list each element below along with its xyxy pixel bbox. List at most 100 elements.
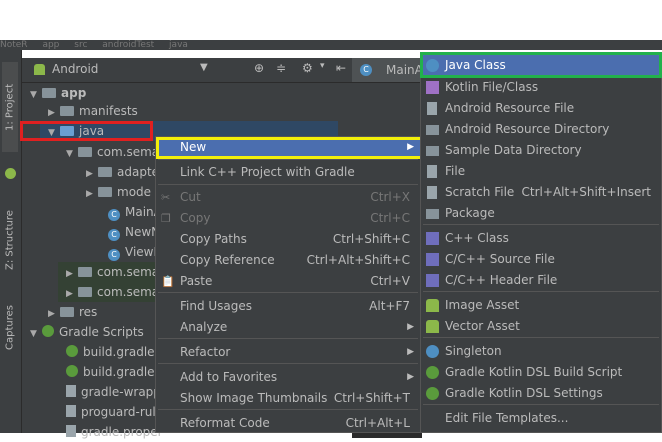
submenu-arrow-icon: ▶ <box>407 347 414 357</box>
submenu-arrow-icon: ▶ <box>407 372 414 382</box>
tab-structure[interactable]: Z: Structure <box>2 200 18 280</box>
menu-item-cut[interactable]: ✂ Cut Ctrl+X <box>156 187 420 208</box>
submenu-item-file[interactable]: File <box>421 161 661 182</box>
menu-item-label: Android Resource File <box>445 101 575 115</box>
tree-item-label: com.sema <box>97 285 160 299</box>
breadcrumb-item[interactable]: java <box>169 40 188 50</box>
menu-item-label: Link C++ Project with Gradle <box>180 165 355 179</box>
tab-captures[interactable]: Captures <box>2 298 18 358</box>
submenu-item-vector-asset[interactable]: Vector Asset <box>421 316 661 337</box>
submenu-item-c-class[interactable]: C++ Class <box>421 228 661 249</box>
breadcrumb-item[interactable]: app <box>42 40 59 50</box>
editor-tab[interactable]: C MainA <box>352 58 423 82</box>
cpp-icon <box>426 232 439 245</box>
class-icon: C <box>108 229 120 241</box>
menu-item-reformat-code[interactable]: Reformat Code Ctrl+Alt+L <box>156 413 420 434</box>
menu-separator <box>158 409 418 410</box>
menu-item-label: Gradle Kotlin DSL Settings <box>445 386 603 400</box>
red-highlight-box <box>20 121 153 141</box>
submenu-arrow-icon: ▶ <box>407 322 414 332</box>
shortcut-label: Ctrl+Alt+Shift+C <box>306 253 410 267</box>
new-submenu: Java Class Kotlin File/Class Android Resou… <box>420 52 662 433</box>
menu-item-label: Gradle Kotlin DSL Build Script <box>445 365 623 379</box>
chevron-down-icon[interactable]: ▼ <box>200 62 208 73</box>
submenu-item-c-c-header-file[interactable]: C/C++ Header File <box>421 270 661 291</box>
menu-item-copy-reference[interactable]: Copy Reference Ctrl+Alt+Shift+C <box>156 250 420 271</box>
shortcut-label: Ctrl+Shift+C <box>332 232 410 246</box>
submenu-item-kotlin-file-class[interactable]: Kotlin File/Class <box>421 77 661 98</box>
expand-down-icon[interactable]: ▼ <box>66 144 78 164</box>
breadcrumb-item[interactable]: NoteR <box>0 40 28 50</box>
folder-icon <box>60 106 74 116</box>
tree-item-label: mode <box>117 185 152 199</box>
menu-item-link-c-project-with-gradle[interactable]: Link C++ Project with Gradle <box>156 162 420 183</box>
submenu-item-c-c-source-file[interactable]: C/C++ Source File <box>421 249 661 270</box>
tree-folder-item[interactable]: ▼ app <box>22 83 338 103</box>
copy-icon: ❐ <box>161 212 171 225</box>
collapse-icon[interactable]: ≑ <box>276 61 286 75</box>
expand-down-icon[interactable]: ▼ <box>30 324 42 344</box>
breadcrumb-item[interactable]: androidTest <box>102 40 154 50</box>
expand-right-icon[interactable]: ▶ <box>48 304 60 324</box>
tree-item-label: res <box>79 305 98 319</box>
context-menu: New ▶ Link C++ Project with Gradle ✂ Cut Ctrl… <box>155 136 421 433</box>
expand-right-icon[interactable]: ▶ <box>86 164 98 184</box>
shortcut-label: Ctrl+V <box>370 274 410 288</box>
menu-item-find-usages[interactable]: Find Usages Alt+F7 <box>156 296 420 317</box>
paste-icon: 📋 <box>161 275 175 288</box>
expand-right-icon[interactable]: ▶ <box>66 264 78 284</box>
menu-item-label: File <box>445 164 466 178</box>
folder-icon <box>78 287 92 297</box>
menu-item-copy-paths[interactable]: Copy Paths Ctrl+Shift+C <box>156 229 420 250</box>
tree-item-label: gradle.proper <box>81 425 163 439</box>
menu-item-label: Copy <box>180 211 211 225</box>
tab-project[interactable]: 1: Project <box>2 62 18 152</box>
file-icon <box>427 102 437 115</box>
android-icon <box>34 64 45 75</box>
gradle-icon <box>426 387 439 400</box>
tree-folder-item[interactable]: ▶ manifests <box>40 101 338 121</box>
expand-right-icon[interactable]: ▶ <box>66 284 78 304</box>
menu-item-label: Analyze <box>180 320 228 334</box>
submenu-item-gradle-kotlin-dsl-settings[interactable]: Gradle Kotlin DSL Settings <box>421 383 661 404</box>
tree-item-label: manifests <box>79 104 138 118</box>
submenu-item-sample-data-directory[interactable]: Sample Data Directory <box>421 140 661 161</box>
menu-item-label: Kotlin File/Class <box>445 80 539 94</box>
submenu-item-scratch-file[interactable]: Scratch File Ctrl+Alt+Shift+Insert <box>421 182 661 203</box>
submenu-item-android-resource-directory[interactable]: Android Resource Directory <box>421 119 661 140</box>
menu-item-paste[interactable]: 📋 Paste Ctrl+V <box>156 271 420 292</box>
editor-tab-label: MainA <box>386 63 423 77</box>
submenu-item-singleton[interactable]: Singleton <box>421 341 661 362</box>
gear-icon[interactable]: ⚙ <box>302 61 313 75</box>
menu-separator <box>158 363 418 364</box>
menu-item-label: Cut <box>180 190 201 204</box>
project-view-selector[interactable]: Android <box>52 62 98 76</box>
expand-right-icon[interactable]: ▶ <box>48 103 60 123</box>
submenu-item-android-resource-file[interactable]: Android Resource File <box>421 98 661 119</box>
menu-item-show-image-thumbnails[interactable]: Show Image Thumbnails Ctrl+Shift+T <box>156 388 420 409</box>
breadcrumb-item[interactable]: src <box>74 40 87 50</box>
menu-item-label: Android Resource Directory <box>445 122 610 136</box>
hide-icon[interactable]: ⇤ <box>336 61 346 75</box>
expand-right-icon[interactable]: ▶ <box>86 184 98 204</box>
menu-separator <box>423 404 659 405</box>
submenu-item-image-asset[interactable]: Image Asset <box>421 295 661 316</box>
gradle-icon <box>66 345 78 357</box>
tree-item-label: build.gradle ( <box>83 365 164 379</box>
shortcut-label: Ctrl+Shift+T <box>333 391 410 405</box>
submenu-item-gradle-kotlin-dsl-build-script[interactable]: Gradle Kotlin DSL Build Script <box>421 362 661 383</box>
tree-item-label: proguard-rule <box>81 405 164 419</box>
submenu-item-edit-file-templates[interactable]: Edit File Templates... <box>421 408 661 429</box>
menu-item-add-to-favorites[interactable]: Add to Favorites ▶ <box>156 367 420 388</box>
menu-item-analyze[interactable]: Analyze ▶ <box>156 317 420 338</box>
chevron-down-icon[interactable]: ▾ <box>320 61 325 71</box>
menu-separator <box>158 159 418 160</box>
submenu-item-package[interactable]: Package <box>421 203 661 224</box>
kotlin-icon <box>426 81 439 94</box>
cpp-icon <box>426 274 439 287</box>
menu-separator <box>158 292 418 293</box>
menu-item-copy[interactable]: ❐ Copy Ctrl+C <box>156 208 420 229</box>
shortcut-label: Ctrl+X <box>370 190 410 204</box>
locate-icon[interactable]: ⊕ <box>254 61 264 75</box>
menu-item-refactor[interactable]: Refactor ▶ <box>156 342 420 363</box>
